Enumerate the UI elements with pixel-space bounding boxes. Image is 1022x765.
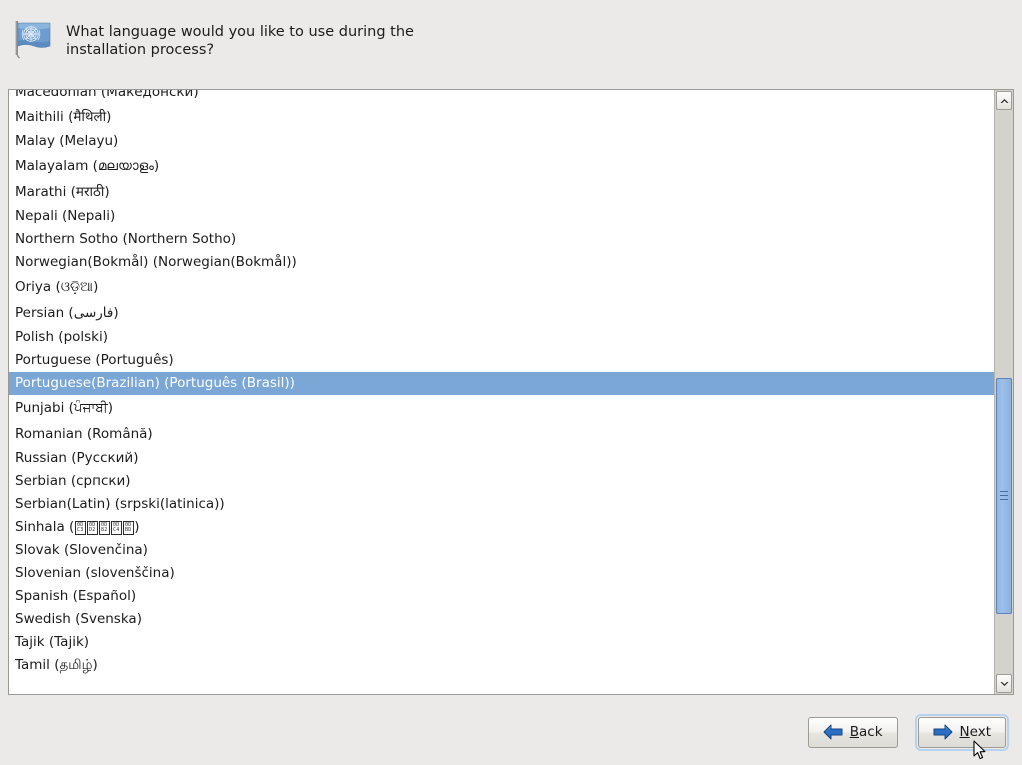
arrow-left-icon (823, 724, 843, 740)
language-label: Serbian (српски) (15, 473, 131, 489)
back-mnemonic: B (849, 724, 860, 740)
back-button-label: Back (850, 724, 883, 740)
button-bar: Back Next (0, 706, 1022, 758)
scrollbar-grip (1000, 490, 1008, 502)
language-list-item[interactable]: Portuguese(Brazilian) (Português (Brasil… (9, 372, 994, 395)
scroll-up-button[interactable] (996, 91, 1012, 110)
language-list-item[interactable]: Serbian(Latin) (srpski(latinica)) (9, 493, 994, 516)
language-list-item[interactable]: Slovak (Slovenčina) (9, 539, 994, 562)
language-label: Romanian (Română) (15, 426, 153, 442)
page-title: What language would you like to use duri… (66, 24, 414, 58)
language-label: Maithili (मैथिली) (15, 109, 112, 125)
language-list-item[interactable]: Serbian (српски) (9, 470, 994, 493)
scrollbar-thumb[interactable] (996, 377, 1012, 614)
back-rest: ack (859, 724, 883, 740)
language-label: Spanish (Español) (15, 588, 137, 604)
language-list-item[interactable]: Spanish (Español) (9, 585, 994, 608)
missing-glyph-box: 0D D2 (86, 520, 98, 535)
language-label: Slovenian (slovenščina) (15, 565, 175, 581)
chevron-up-icon (1000, 98, 1008, 103)
language-list-item[interactable]: Slovenian (slovenščina) (9, 562, 994, 585)
language-list-item[interactable]: Sinhala (0D C3 0D D2 0D 82 0D C4 0D BD) (9, 516, 994, 539)
language-label: Polish (polski) (15, 329, 109, 345)
next-mnemonic: N (959, 724, 970, 740)
scrollbar-track[interactable] (995, 111, 1013, 673)
language-label: Norwegian(Bokmål) (Norwegian(Bokmål)) (15, 254, 297, 270)
language-label: Nepali (Nepali) (15, 208, 116, 224)
language-list-item[interactable]: Macedonian (Македонски) (9, 90, 994, 104)
chevron-down-icon (1000, 681, 1008, 686)
language-label: Macedonian (Македонски) (15, 90, 199, 100)
language-label: Serbian(Latin) (srpski(latinica)) (15, 496, 225, 512)
language-list-item[interactable]: Tamil (தமிழ்) (9, 654, 994, 677)
language-list-item[interactable]: Maithili (मैथिली) (9, 104, 994, 130)
language-list-item[interactable]: Marathi (मराठी) (9, 179, 994, 205)
language-list-viewport[interactable]: Macedonian (Македонски) Maithili (मैथिली)… (9, 90, 994, 694)
next-button-label: Next (960, 724, 991, 740)
language-list-item[interactable]: Malay (Melayu) (9, 130, 994, 153)
language-label: Punjabi (ਪੰਜਾਬੀ) (15, 400, 114, 416)
missing-glyph-box: 0D 82 (98, 520, 110, 535)
language-list-item[interactable]: Romanian (Română) (9, 421, 994, 447)
language-label: Swedish (Svenska) (15, 611, 142, 627)
back-button[interactable]: Back (807, 716, 898, 748)
language-list-item[interactable]: Tajik (Tajik) (9, 631, 994, 654)
language-list[interactable]: Macedonian (Македонски) Maithili (मैथिली)… (9, 90, 994, 677)
language-label: Marathi (मराठी) (15, 184, 110, 200)
language-label: Malay (Melayu) (15, 133, 119, 149)
language-list-item[interactable]: Persian (فارسی) (9, 300, 994, 326)
arrow-right-icon (933, 724, 953, 740)
language-list-item[interactable]: Malayalam (മലയാളം) (9, 153, 994, 179)
language-list-item[interactable]: Oriya (ଓଡ଼ିଆ) (9, 274, 994, 300)
language-list-item[interactable]: Portuguese (Português) (9, 349, 994, 372)
language-label: Slovak (Slovenčina) (15, 542, 148, 558)
language-label: Sinhala ( (15, 519, 75, 535)
language-label: Tajik (Tajik) (15, 634, 90, 650)
language-list-item[interactable]: Northern Sotho (Northern Sotho) (9, 228, 994, 251)
next-rest: ext (969, 724, 991, 740)
un-flag-icon (12, 20, 54, 60)
language-list-item[interactable]: Nepali (Nepali) (9, 205, 994, 228)
header: What language would you like to use duri… (0, 0, 1022, 82)
language-label: Tamil (தமிழ்) (15, 657, 98, 673)
language-label-suffix: ) (134, 519, 140, 535)
language-list-item[interactable]: Norwegian(Bokmål) (Norwegian(Bokmål)) (9, 251, 994, 274)
vertical-scrollbar[interactable] (994, 90, 1013, 694)
language-label: Northern Sotho (Northern Sotho) (15, 231, 237, 247)
language-list-item[interactable]: Punjabi (ਪੰਜਾਬੀ) (9, 395, 994, 421)
language-label: Portuguese (Português) (15, 352, 174, 368)
scroll-down-button[interactable] (996, 674, 1012, 693)
language-list-item[interactable]: Swedish (Svenska) (9, 608, 994, 631)
language-list-container[interactable]: Macedonian (Македонски) Maithili (मैथिली)… (8, 89, 1014, 695)
missing-glyph-box: 0D BD (122, 520, 134, 535)
language-label: Russian (Русский) (15, 450, 139, 466)
missing-glyph-box: 0D C4 (110, 520, 122, 535)
language-list-item[interactable]: Russian (Русский) (9, 447, 994, 470)
language-list-item[interactable]: Polish (polski) (9, 326, 994, 349)
language-label: Persian (فارسی) (15, 305, 119, 321)
missing-glyph-box: 0D C3 (74, 520, 86, 535)
language-label: Portuguese(Brazilian) (Português (Brasil… (15, 375, 295, 391)
language-label: Oriya (ଓଡ଼ିଆ) (15, 279, 99, 295)
next-button[interactable]: Next (914, 713, 1010, 751)
language-label: Malayalam (മലയാളം) (15, 158, 160, 174)
